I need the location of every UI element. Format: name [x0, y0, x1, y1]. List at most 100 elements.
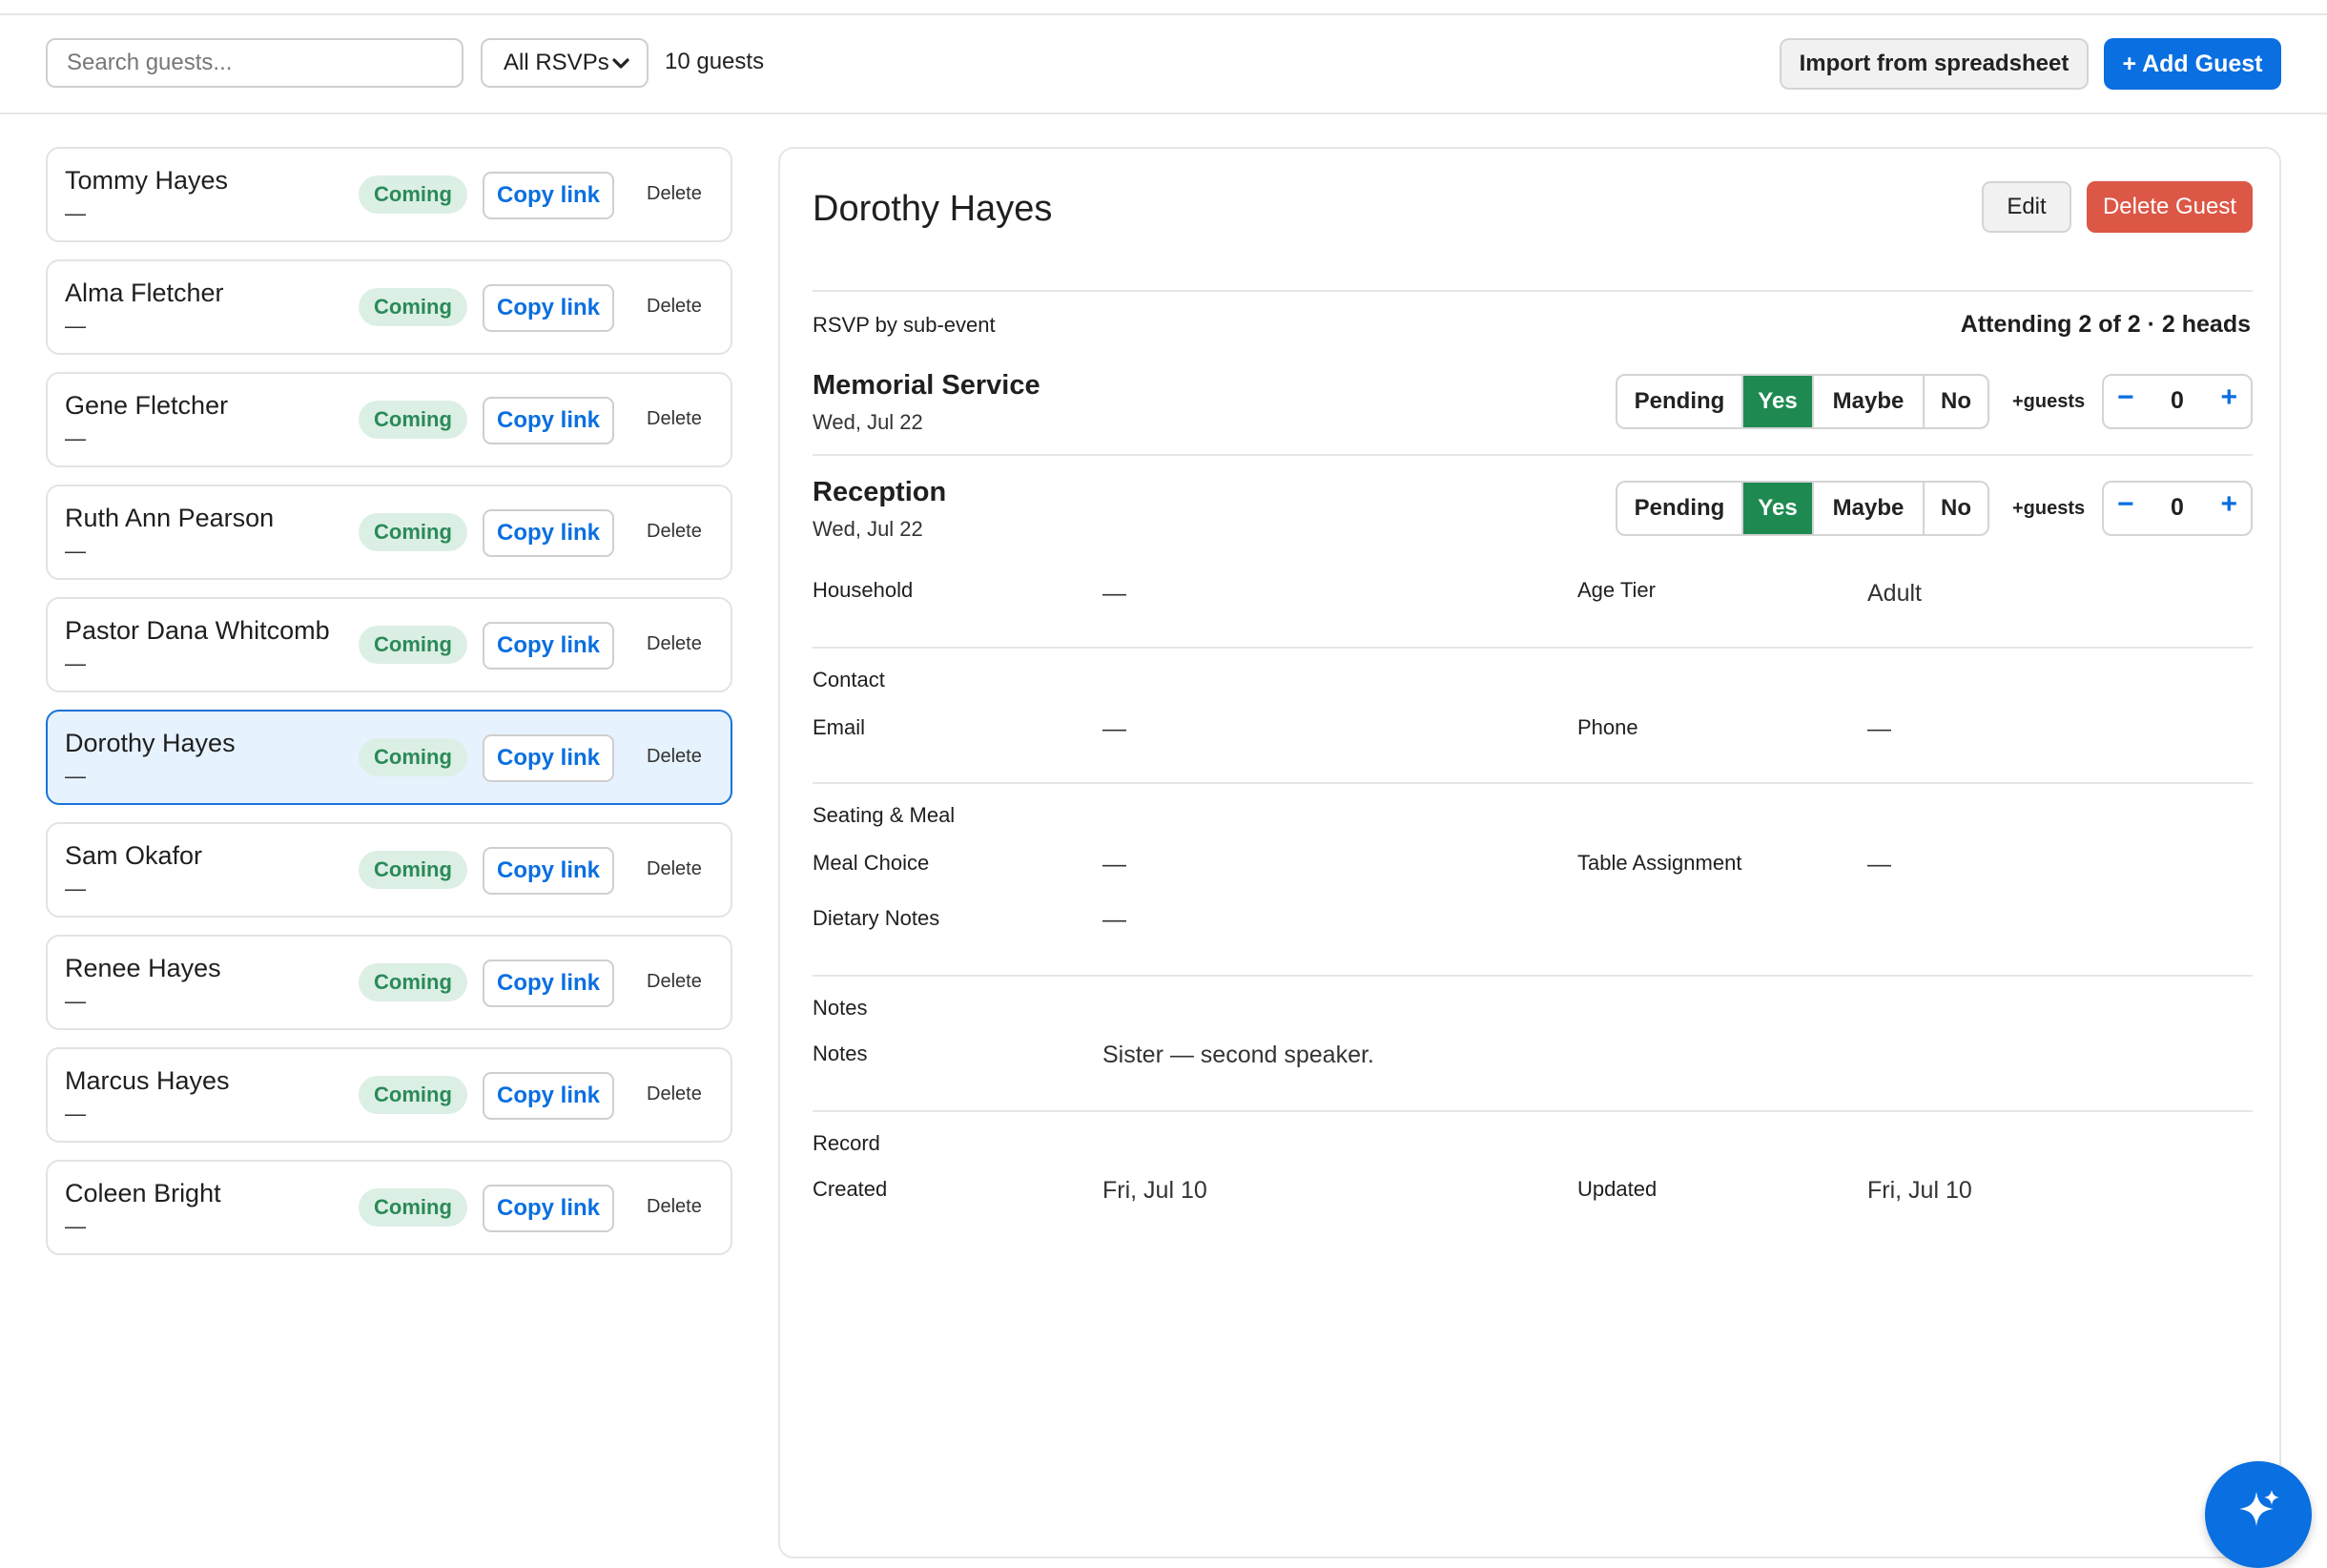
contact-section-title: Contact — [813, 668, 885, 691]
status-badge: Coming — [359, 851, 467, 889]
delete-guest-link[interactable]: Delete — [647, 1196, 702, 1218]
divider — [813, 647, 2253, 649]
plus-guests-stepper: − 0 + — [2102, 481, 2253, 536]
rsvp-option-maybe[interactable]: Maybe — [1814, 376, 1925, 427]
edit-button[interactable]: Edit — [1982, 181, 2071, 233]
guest-name: Alma Fletcher — [65, 279, 224, 307]
plus-guests-label: +guests — [2012, 498, 2086, 519]
household-label: Household — [813, 578, 914, 602]
guest-count: 10 guests — [665, 49, 765, 74]
toolbar: All RSVPs 10 guests Import from spreadsh… — [0, 15, 2327, 114]
guest-name: Renee Hayes — [65, 954, 221, 982]
age-tier-value: Adult — [1867, 580, 1922, 607]
status-badge: Coming — [359, 626, 467, 664]
delete-guest-link[interactable]: Delete — [647, 1083, 702, 1105]
copy-link-button[interactable]: Copy link — [483, 172, 614, 219]
delete-guest-link[interactable]: Delete — [647, 971, 702, 993]
rsvp-option-yes[interactable]: Yes — [1743, 376, 1814, 427]
guest-card-dorothy-hayes[interactable]: Dorothy Hayes — Coming Copy link Delete — [46, 710, 732, 805]
search-input[interactable] — [46, 38, 463, 88]
copy-link-button[interactable]: Copy link — [483, 622, 614, 670]
notes-label: Notes — [813, 1042, 868, 1065]
guest-name: Sam Okafor — [65, 841, 203, 870]
copy-link-button[interactable]: Copy link — [483, 1072, 614, 1120]
status-badge: Coming — [359, 738, 467, 776]
rsvp-option-pending[interactable]: Pending — [1617, 483, 1743, 534]
add-guest-button[interactable]: + Add Guest — [2104, 38, 2281, 90]
updated-label: Updated — [1577, 1177, 1658, 1201]
import-spreadsheet-button[interactable]: Import from spreadsheet — [1780, 38, 2089, 90]
guest-name: Ruth Ann Pearson — [65, 504, 275, 532]
guest-household: — — [65, 539, 86, 563]
delete-guest-link[interactable]: Delete — [647, 183, 702, 205]
delete-guest-button[interactable]: Delete Guest — [2087, 181, 2253, 233]
rsvp-option-no[interactable]: No — [1925, 376, 1987, 427]
guest-name: Marcus Hayes — [65, 1066, 230, 1095]
guest-card-renee-hayes[interactable]: Renee Hayes — Coming Copy link Delete — [46, 935, 732, 1030]
copy-link-button[interactable]: Copy link — [483, 509, 614, 557]
guest-card-marcus-hayes[interactable]: Marcus Hayes — Coming Copy link Delete — [46, 1047, 732, 1143]
status-badge: Coming — [359, 1188, 467, 1227]
rsvp-option-no[interactable]: No — [1925, 483, 1987, 534]
guest-name: Coleen Bright — [65, 1179, 221, 1207]
rsvp-option-maybe[interactable]: Maybe — [1814, 483, 1925, 534]
event-name: Memorial Service — [813, 370, 1040, 401]
sparkle-icon — [2239, 1490, 2279, 1526]
guest-card-ruth-ann-pearson[interactable]: Ruth Ann Pearson — Coming Copy link Dele… — [46, 485, 732, 580]
assistant-fab-button[interactable] — [2205, 1461, 2312, 1568]
guest-household: — — [65, 989, 86, 1013]
guest-name: Dorothy Hayes — [65, 729, 236, 757]
status-badge: Coming — [359, 513, 467, 551]
delete-guest-link[interactable]: Delete — [647, 858, 702, 880]
divider — [813, 454, 2253, 456]
guest-card-sam-okafor[interactable]: Sam Okafor — Coming Copy link Delete — [46, 822, 732, 918]
guest-household: — — [65, 201, 86, 225]
status-badge: Coming — [359, 401, 467, 439]
rsvp-segmented-control: Pending Yes Maybe No — [1616, 481, 1989, 536]
status-badge: Coming — [359, 1076, 467, 1114]
guest-household: — — [65, 1102, 86, 1125]
email-label: Email — [813, 715, 866, 739]
guest-card-tommy-hayes[interactable]: Tommy Hayes — Coming Copy link Delete — [46, 147, 732, 242]
rsvp-option-yes[interactable]: Yes — [1743, 483, 1814, 534]
top-divider — [0, 0, 2327, 15]
meal-choice-label: Meal Choice — [813, 851, 930, 875]
email-value: — — [1102, 715, 1126, 742]
copy-link-button[interactable]: Copy link — [483, 959, 614, 1007]
delete-guest-link[interactable]: Delete — [647, 746, 702, 768]
record-section-title: Record — [813, 1131, 880, 1155]
attending-summary: Attending 2 of 2 · 2 heads — [1960, 311, 2251, 338]
dietary-notes-label: Dietary Notes — [813, 906, 940, 930]
delete-guest-link[interactable]: Delete — [647, 633, 702, 655]
rsvp-option-pending[interactable]: Pending — [1617, 376, 1743, 427]
guest-card-pastor-dana-whitcomb[interactable]: Pastor Dana Whitcomb — Coming Copy link … — [46, 597, 732, 692]
event-date: Wed, Jul 22 — [813, 517, 923, 541]
status-badge: Coming — [359, 175, 467, 214]
increment-button[interactable]: + — [2220, 382, 2237, 414]
copy-link-button[interactable]: Copy link — [483, 1185, 614, 1232]
guest-detail-panel: Dorothy Hayes Edit Delete Guest RSVP by … — [778, 147, 2281, 1558]
chevron-down-icon — [612, 58, 629, 69]
rsvp-filter-select[interactable]: All RSVPs — [481, 38, 649, 88]
status-badge: Coming — [359, 288, 467, 326]
copy-link-button[interactable]: Copy link — [483, 734, 614, 782]
event-name: Reception — [813, 477, 947, 507]
guest-card-alma-fletcher[interactable]: Alma Fletcher — Coming Copy link Delete — [46, 259, 732, 355]
copy-link-button[interactable]: Copy link — [483, 397, 614, 444]
guest-card-coleen-bright[interactable]: Coleen Bright — Coming Copy link Delete — [46, 1160, 732, 1255]
copy-link-button[interactable]: Copy link — [483, 847, 614, 895]
plus-guests-stepper: − 0 + — [2102, 374, 2253, 429]
guest-card-gene-fletcher[interactable]: Gene Fletcher — Coming Copy link Delete — [46, 372, 732, 467]
delete-guest-link[interactable]: Delete — [647, 408, 702, 430]
updated-value: Fri, Jul 10 — [1867, 1177, 1972, 1204]
increment-button[interactable]: + — [2220, 488, 2237, 521]
divider — [813, 975, 2253, 977]
guest-household: — — [65, 314, 86, 338]
delete-guest-link[interactable]: Delete — [647, 296, 702, 318]
delete-guest-link[interactable]: Delete — [647, 521, 702, 543]
copy-link-button[interactable]: Copy link — [483, 284, 614, 332]
seating-section-title: Seating & Meal — [813, 803, 956, 827]
divider — [813, 290, 2253, 292]
rsvp-filter-value: All RSVPs — [504, 50, 609, 75]
guest-name: Pastor Dana Whitcomb — [65, 616, 330, 645]
